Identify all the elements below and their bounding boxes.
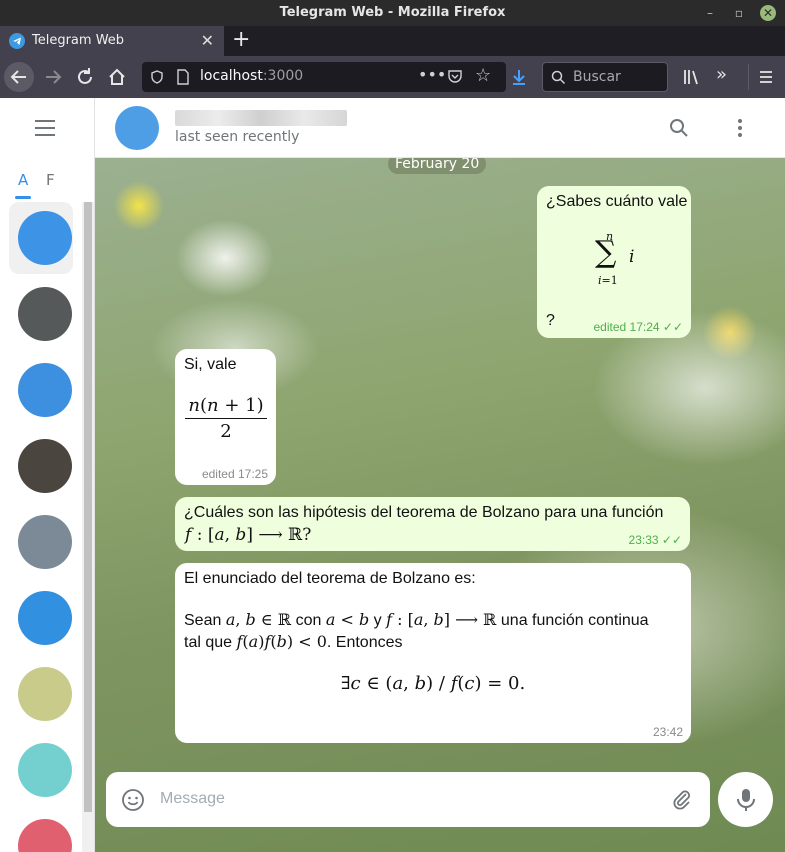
message-composer[interactable]: Message [106,772,710,827]
url-text: localhost:3000 [200,68,304,84]
math-fraction-formula: n(n + 1) 2 [185,395,267,442]
overflow-chevron-icon[interactable]: » [716,64,727,85]
new-tab-button[interactable]: + [232,27,250,52]
shield-icon[interactable] [150,70,164,84]
math-function-formula: f : [a, b] ⟶ ℝ? [185,525,312,545]
chat-list-item[interactable] [9,734,73,806]
home-button[interactable] [102,62,132,92]
chat-list-item[interactable] [9,354,73,426]
message-text: ¿Cuáles son las hipótesis del teorema de… [184,504,664,521]
chat-header: last seen recently [95,98,785,158]
chat-sidebar: A F [0,98,95,852]
message-meta: edited 17:24 ✓✓ [593,320,683,334]
window-titlebar: Telegram Web - Mozilla Firefox – ▫ ✕ [0,0,785,26]
message-input[interactable]: Message [160,790,225,808]
chat-list-item[interactable] [9,430,73,502]
hamburger-menu-icon[interactable] [35,120,55,136]
message-text-condition: tal que f(a)f(b) < 0. Entonces [184,632,403,651]
chat-list-item[interactable] [9,582,73,654]
message-meta: edited 17:25 [201,467,268,481]
chat-list [0,202,82,852]
tab-label: Telegram Web [32,33,125,48]
search-icon [551,70,566,85]
avatar [18,591,72,645]
message-outgoing[interactable]: ¿Sabes cuánto vale n ∑ i i=1 ? edited 17… [537,186,691,338]
chat-list-item[interactable] [9,658,73,730]
peer-name-blurred[interactable] [175,110,347,126]
chat-messages-area: February 20 ¿Sabes cuánto vale n ∑ i i=1… [95,158,785,852]
search-placeholder: Buscar [573,69,621,85]
url-bar[interactable]: localhost:3000 ••• ☆ [142,62,506,92]
maximize-button[interactable]: ▫ [731,5,747,21]
search-icon[interactable] [667,116,691,140]
folder-tab-a[interactable]: A [18,171,28,189]
avatar [18,439,72,493]
message-text: El enunciado del teorema de Bolzano es: [184,570,476,587]
avatar [18,515,72,569]
double-check-icon: ✓✓ [662,320,683,334]
peer-avatar[interactable] [115,106,159,150]
double-check-icon: ✓✓ [661,533,682,547]
avatar [18,211,72,265]
chat-list-item[interactable] [9,810,73,852]
browser-tab[interactable]: Telegram Web ✕ [0,26,224,56]
library-icon[interactable] [682,68,702,86]
chat-list-scroll-thumb[interactable] [84,202,92,812]
message-incoming[interactable]: Si, vale n(n + 1) 2 edited 17:25 [175,349,276,485]
tab-strip: Telegram Web ✕ + [0,26,785,56]
window-title: Telegram Web - Mozilla Firefox [279,5,506,20]
search-input[interactable]: Buscar [542,62,668,92]
minimize-button[interactable]: – [702,5,718,21]
message-meta: 23:33 ✓✓ [628,533,682,547]
download-icon[interactable] [510,68,528,86]
message-text: Si, vale [184,356,237,373]
emoji-icon[interactable] [121,788,145,812]
forward-button[interactable] [38,62,68,92]
chat-list-item[interactable] [9,278,73,350]
message-incoming[interactable]: El enunciado del teorema de Bolzano es: … [175,563,691,743]
bookmark-star-icon[interactable]: ☆ [475,65,491,86]
page-icon[interactable] [176,69,190,85]
microphone-icon [737,789,755,811]
navigation-bar: localhost:3000 ••• ☆ Buscar » [0,56,785,98]
chat-list-item[interactable] [9,202,73,274]
telegram-icon [9,33,25,49]
peer-status: last seen recently [175,129,300,145]
message-outgoing[interactable]: ¿Cuáles son las hipótesis del teorema de… [175,497,690,551]
reload-button[interactable] [70,62,100,92]
math-sum-formula: n ∑ i i=1 [595,230,635,287]
message-text: ¿Sabes cuánto vale [546,193,688,210]
active-folder-indicator [15,196,31,199]
pocket-icon[interactable] [447,69,463,85]
voice-record-button[interactable] [718,772,773,827]
avatar [18,819,72,852]
toolbar-divider [748,64,749,90]
message-text-hypothesis: Sean a, b ∈ ℝ con a < b y f : [a, b] ⟶ ℝ… [184,610,649,629]
avatar [18,667,72,721]
message-meta: 23:42 [652,725,683,739]
back-button[interactable] [4,62,34,92]
close-tab-icon[interactable]: ✕ [201,31,214,50]
math-conclusion-formula: ∃c ∈ (a, b) / f(c) = 0. [340,673,526,694]
avatar [18,287,72,341]
date-separator: February 20 [388,158,487,174]
page-actions-icon[interactable]: ••• [418,65,446,84]
attach-icon[interactable] [670,787,694,811]
menu-icon[interactable] [758,69,774,85]
more-vertical-icon[interactable] [728,116,752,140]
folder-tab-f[interactable]: F [46,171,55,189]
telegram-app: A F last seen recently February 20 ¿Sabe… [0,98,785,852]
close-window-button[interactable]: ✕ [760,5,776,21]
chat-list-item[interactable] [9,506,73,578]
avatar [18,363,72,417]
message-text-qmark: ? [546,312,555,329]
avatar [18,743,72,797]
